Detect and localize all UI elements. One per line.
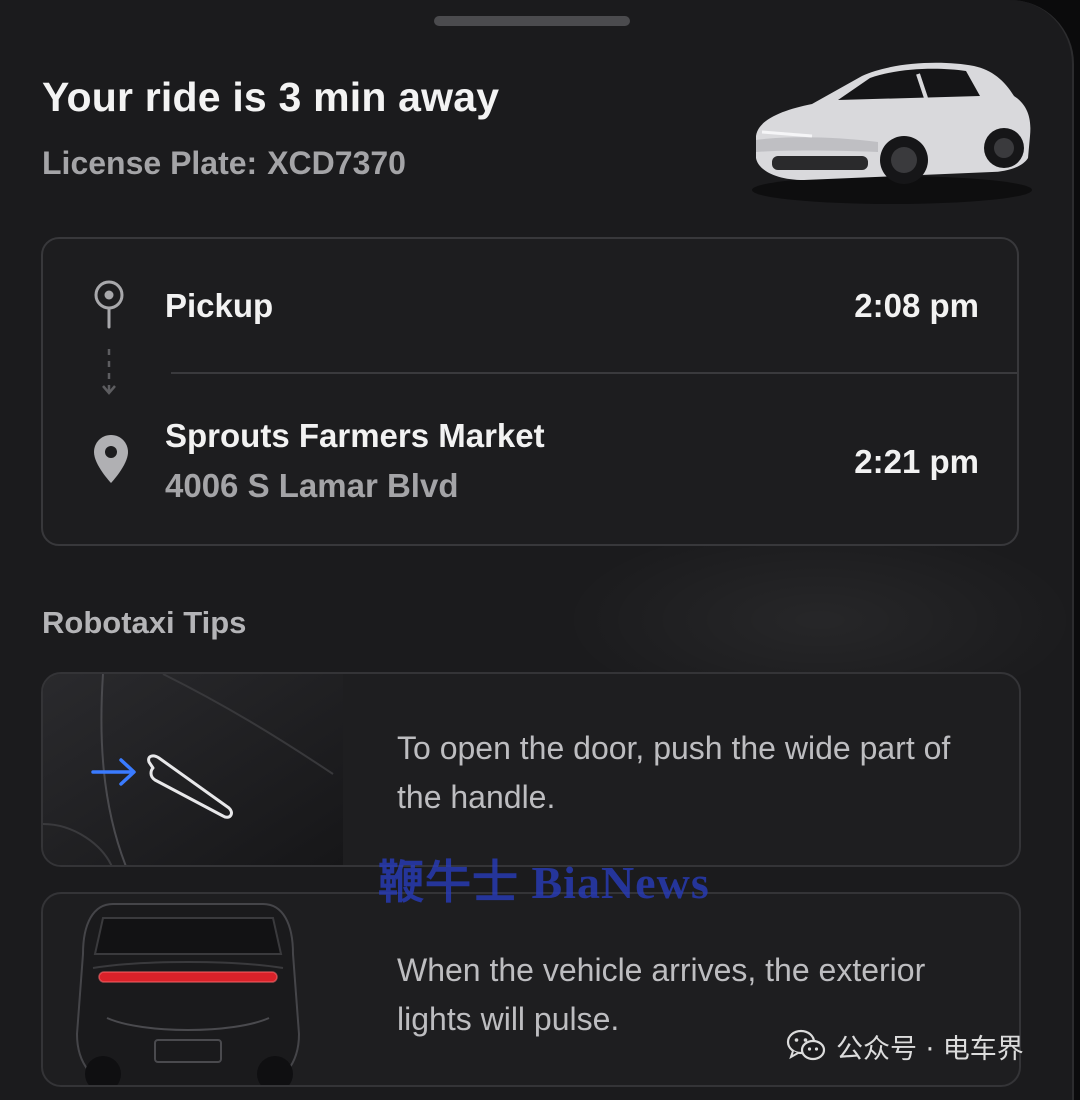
ride-status-sheet: Your ride is 3 min away License Plate: XC…	[0, 0, 1074, 1100]
license-plate-label: License Plate:	[42, 145, 258, 181]
destination-address: 4006 S Lamar Blvd	[165, 467, 459, 504]
location-pin-icon	[94, 435, 128, 483]
destination-name: Sprouts Farmers Market	[165, 417, 545, 454]
pickup-label: Pickup	[165, 287, 274, 324]
wechat-icon	[786, 1029, 826, 1061]
license-plate: License Plate: XCD7370	[42, 145, 406, 182]
route-connector-icon	[102, 349, 116, 395]
license-plate-value: XCD7370	[267, 145, 406, 181]
vehicle-image	[752, 62, 1032, 204]
door-handle-illustration	[43, 674, 343, 865]
ride-eta-title: Your ride is 3 min away	[42, 74, 500, 120]
news-watermark: 鞭牛士 BiaNews	[378, 857, 710, 908]
trip-summary-card: Pickup 2:08 pm Sprouts Farmers Market 40…	[41, 237, 1019, 546]
pickup-time: 2:08 pm	[854, 287, 979, 324]
tip-card-door-handle[interactable]: To open the door, push the wide part of …	[41, 672, 1021, 867]
arrival-time: 2:21 pm	[854, 443, 979, 480]
tips-heading: Robotaxi Tips	[42, 605, 247, 640]
pickup-marker-icon	[94, 280, 124, 329]
trip-divider	[171, 372, 1017, 374]
account-name: 公众号 · 电车界	[836, 1033, 1024, 1065]
account-watermark: 公众号 · 电车界	[786, 1024, 1024, 1068]
sheet-drag-handle[interactable]	[434, 16, 630, 26]
tip-text-door: To open the door, push the wide part of …	[397, 730, 951, 815]
rear-lights-illustration	[75, 903, 301, 1085]
